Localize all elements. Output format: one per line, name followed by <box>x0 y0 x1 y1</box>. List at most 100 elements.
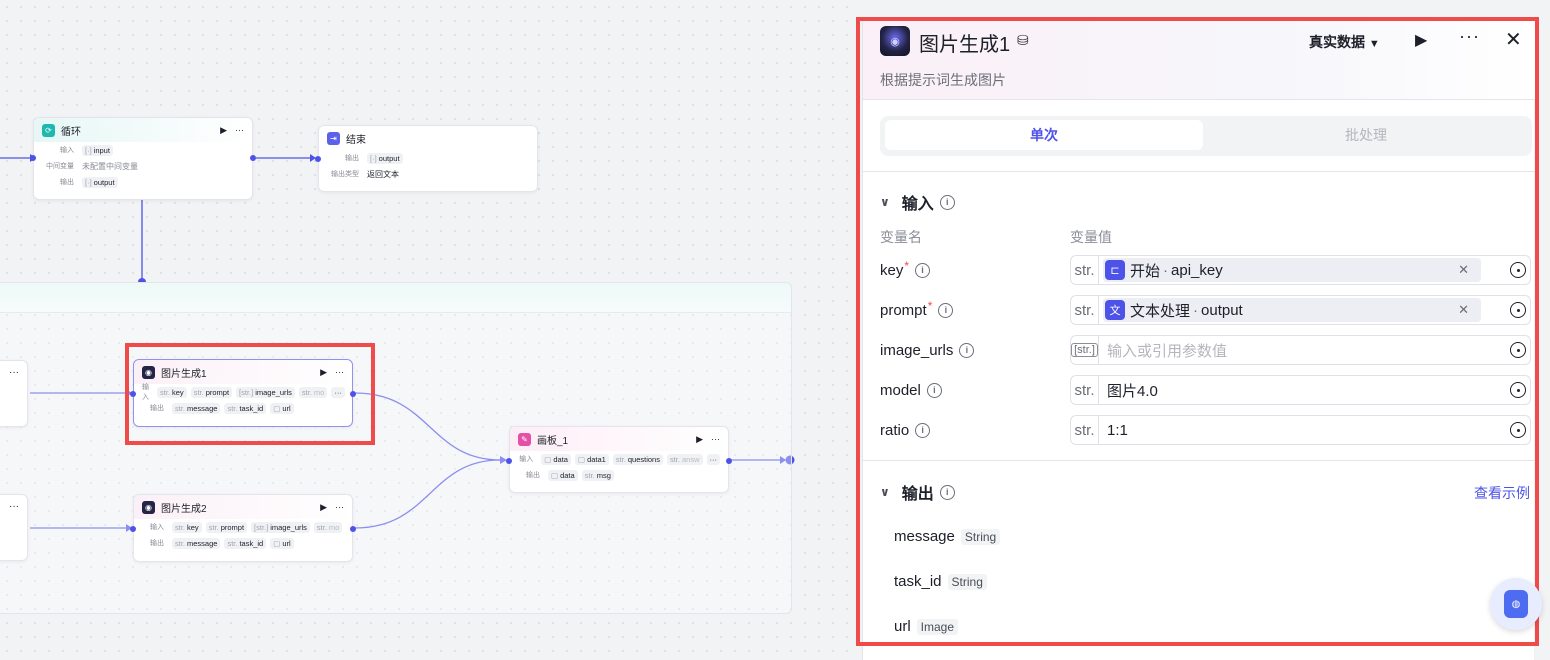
output-port[interactable] <box>250 155 256 161</box>
info-icon[interactable]: i <box>915 262 931 278</box>
board-icon: ✎ <box>518 432 531 446</box>
type-label: 输出类型 <box>331 171 359 178</box>
run-icon[interactable]: ▶ <box>220 125 227 136</box>
ratio-value-field[interactable]: str. 1:1 <box>1070 415 1531 445</box>
start-node-icon: ⊏ <box>1105 260 1125 280</box>
output-section-header[interactable]: ∨ 输出 i <box>880 480 955 504</box>
mid-value: 未配置中间变量 <box>82 161 138 171</box>
info-icon[interactable]: i <box>939 484 955 500</box>
mode-tabs: 单次 批处理 <box>880 116 1532 156</box>
text-process-icon: 文 <box>1105 300 1125 320</box>
field-value[interactable]: 1:1 <box>1099 422 1510 439</box>
var-tag: ▢ data1 <box>574 453 609 465</box>
type-selector[interactable]: str. <box>1071 416 1099 444</box>
var-tag: str. key <box>172 521 202 533</box>
output-port[interactable] <box>350 526 356 532</box>
tab-single[interactable]: 单次 <box>885 120 1203 150</box>
more-icon[interactable]: ··· <box>9 501 19 512</box>
prompt-value-field[interactable]: str. 文 文本处理 · output ✕ <box>1070 295 1531 325</box>
field-value[interactable]: 图片4.0 <box>1099 380 1510 401</box>
panel-title[interactable]: 图片生成1 <box>919 28 1010 57</box>
var-tag: ▢ data <box>548 469 578 481</box>
more-icon[interactable]: ··· <box>9 367 19 378</box>
end-node[interactable]: ⇥ 结束 输出 [·] output 输出类型 返回文本 <box>315 125 538 192</box>
section-label: 输入 <box>901 196 934 213</box>
info-icon[interactable]: i <box>926 382 942 398</box>
view-example-link[interactable]: 查看示例 <box>1474 483 1530 503</box>
reference-target-icon[interactable] <box>1510 342 1526 358</box>
chevron-down-icon: ∨ <box>880 485 890 499</box>
ref-var-name: api_key <box>1171 261 1223 279</box>
run-icon[interactable]: ▶ <box>696 434 703 445</box>
input-port[interactable] <box>506 458 512 464</box>
store-icon[interactable]: ⛁ <box>1017 32 1029 49</box>
info-icon[interactable]: i <box>938 302 954 318</box>
clear-icon[interactable]: ✕ <box>1458 262 1469 278</box>
input-port[interactable] <box>30 155 36 161</box>
info-icon[interactable]: i <box>915 422 931 438</box>
clear-icon[interactable]: ✕ <box>1458 302 1469 318</box>
more-tags-icon[interactable]: ··· <box>706 453 720 465</box>
variable-ref-chip[interactable]: 文 文本处理 · output ✕ <box>1103 298 1481 322</box>
run-icon[interactable]: ▶ <box>1415 30 1427 50</box>
param-name: prompt <box>880 301 927 319</box>
mid-label: 中间变量 <box>46 163 74 170</box>
more-icon[interactable]: ··· <box>235 125 244 135</box>
inputs-label: 输入 <box>150 524 164 531</box>
var-tag: ▢ url <box>270 537 294 549</box>
info-icon[interactable]: i <box>959 342 975 358</box>
param-name: model <box>880 381 921 399</box>
loop-node[interactable]: ⟳ 循环 ▶ ··· 输入 [·] input 中间变量 未配置中间变量 输出 [·] o… <box>30 117 256 200</box>
info-icon[interactable]: i <box>939 194 955 210</box>
input-section-header[interactable]: ∨ 输入 i <box>880 190 955 214</box>
selected-node-highlight <box>125 343 375 445</box>
real-data-dropdown[interactable]: 真实数据 ▼ <box>1309 32 1380 52</box>
key-value-field[interactable]: str. ⊏ 开始 · api_key ✕ <box>1070 255 1531 285</box>
board-node[interactable]: ✎ 画板_1 ▶ ··· 输入 ▢ data ▢ data1 str. questio… <box>506 426 732 493</box>
var-tag: str. answ <box>666 453 703 465</box>
close-icon[interactable]: ✕ <box>1505 27 1522 52</box>
outputs-label: 输出 <box>526 472 540 479</box>
output-name: message <box>894 528 955 545</box>
end-icon: ⇥ <box>327 131 340 145</box>
assistant-fab[interactable]: ◍ <box>1490 578 1542 630</box>
output-port[interactable] <box>726 458 732 464</box>
image-urls-value-field[interactable]: [str.] 输入或引用参数值 <box>1070 335 1531 365</box>
more-icon[interactable]: ··· <box>711 434 720 444</box>
output-item: task_id String <box>894 573 987 590</box>
inputs-label: 输入 <box>60 147 74 154</box>
type-selector[interactable]: str. <box>1071 376 1099 404</box>
param-image-urls: image_urls i <box>880 335 975 365</box>
caret-down-icon: ▼ <box>1368 38 1380 50</box>
run-icon[interactable]: ▶ <box>320 502 327 513</box>
reference-target-icon[interactable] <box>1510 382 1526 398</box>
param-name: image_urls <box>880 341 954 359</box>
image-gen-node-2[interactable]: ◉ 图片生成2 ▶ ··· 输入 str. key str. prompt [str… <box>130 494 356 562</box>
variable-ref-chip[interactable]: ⊏ 开始 · api_key ✕ <box>1103 258 1481 282</box>
partial-node[interactable]: ··· <box>0 494 28 561</box>
ref-var-name: output <box>1201 301 1243 319</box>
input-port[interactable] <box>130 526 136 532</box>
input-port[interactable] <box>315 156 321 162</box>
reference-target-icon[interactable] <box>1510 422 1526 438</box>
reference-target-icon[interactable] <box>1510 302 1526 318</box>
more-icon[interactable]: ··· <box>335 502 344 512</box>
ref-node-name: 文本处理 <box>1130 302 1191 320</box>
more-icon[interactable]: ··· <box>1459 26 1480 47</box>
outputs-label: 输出 <box>150 540 164 547</box>
workflow-canvas[interactable]: ⟳ 循环 ▶ ··· 输入 [·] input 中间变量 未配置中间变量 输出 [·] o… <box>0 0 850 660</box>
var-tag: str. prompt <box>205 521 248 533</box>
reference-target-icon[interactable] <box>1510 262 1526 278</box>
output-type-badge: Image <box>916 618 959 635</box>
tab-batch[interactable]: 批处理 <box>1207 120 1525 150</box>
node-title: 循环 <box>61 126 81 138</box>
panel-description[interactable]: 根据提示词生成图片 <box>880 70 1006 90</box>
type-selector[interactable]: str. <box>1071 256 1099 284</box>
model-value-field[interactable]: str. 图片4.0 <box>1070 375 1531 405</box>
panel-header: ◉ 图片生成1 ⛁ 根据提示词生成图片 真实数据 ▼ ▶ ··· ✕ <box>863 18 1535 100</box>
partial-node[interactable]: ··· <box>0 360 28 427</box>
type-selector[interactable]: [str.] <box>1071 336 1099 364</box>
ref-node-name: 开始 <box>1130 262 1161 280</box>
type-selector[interactable]: str. <box>1071 296 1099 324</box>
section-label: 输出 <box>901 486 934 503</box>
